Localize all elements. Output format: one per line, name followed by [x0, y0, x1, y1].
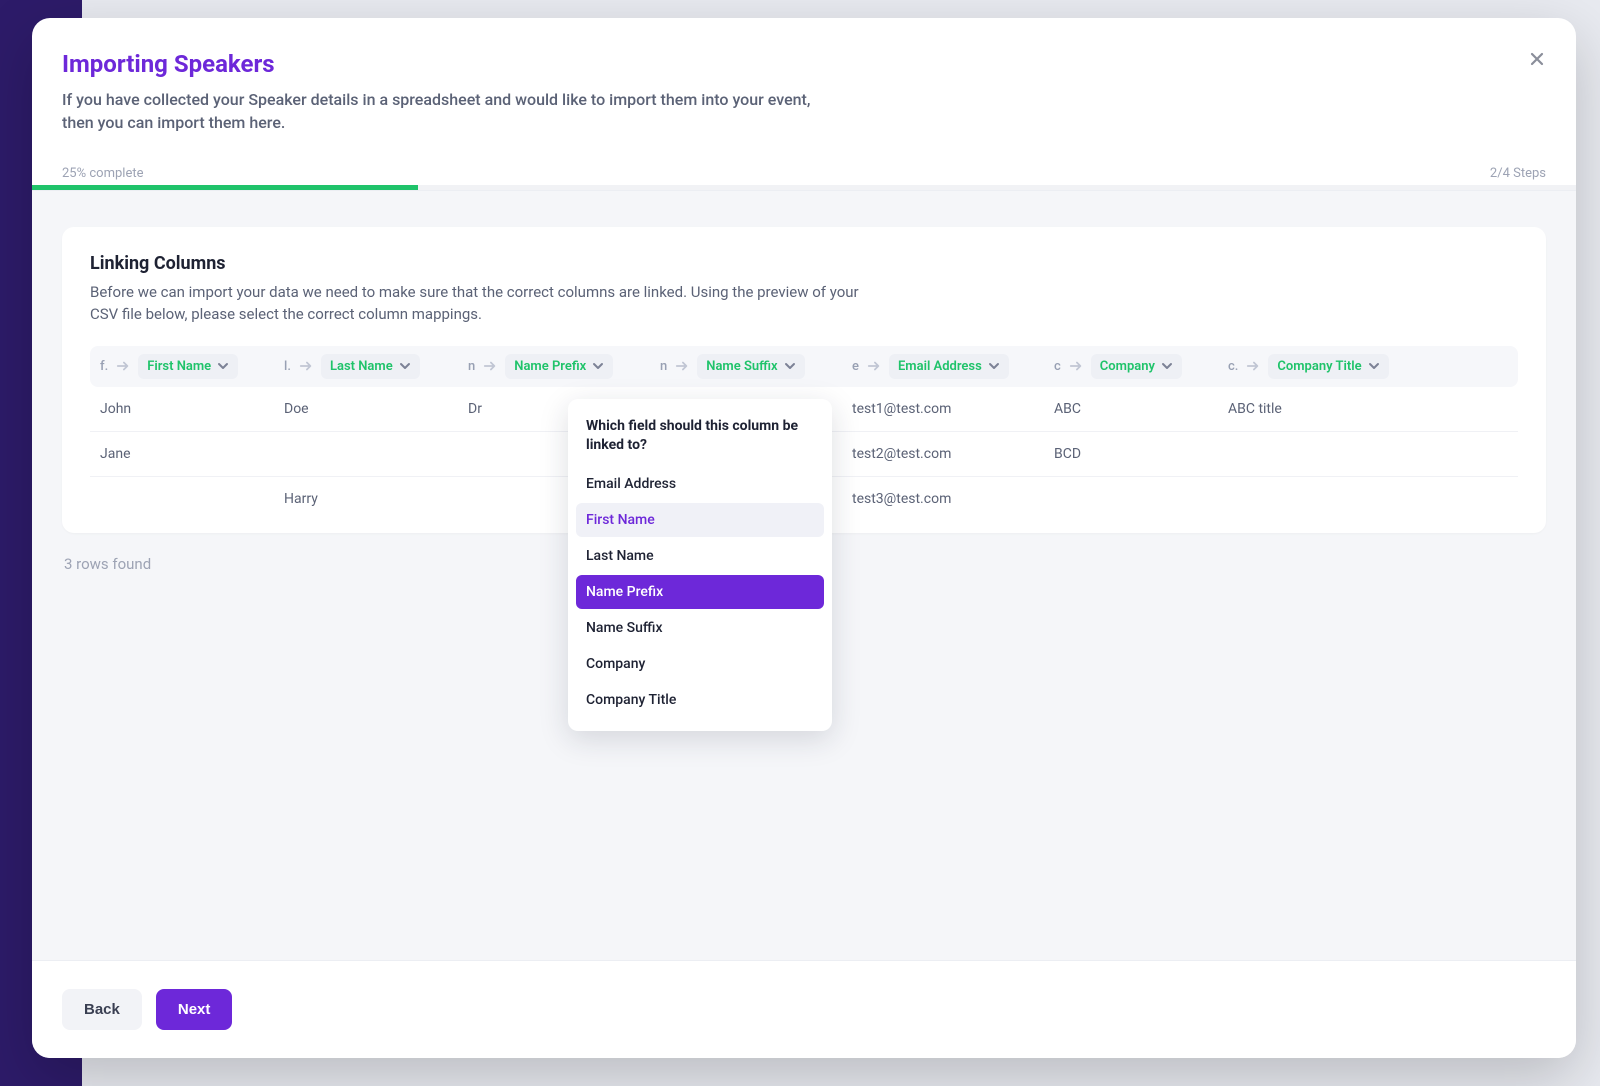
dropdown-option[interactable]: First Name — [576, 503, 824, 537]
dropdown-option[interactable]: Email Address — [576, 467, 824, 501]
column-mapped-label: Email Address — [898, 359, 982, 374]
back-button[interactable]: Back — [62, 989, 142, 1030]
chevron-down-icon — [988, 360, 1000, 372]
page-subtitle: If you have collected your Speaker detai… — [32, 78, 852, 134]
modal-header: Importing Speakers If you have collected… — [32, 18, 1576, 190]
column-header: n Name Suffix — [660, 354, 852, 379]
table-cell — [100, 491, 284, 507]
modal-footer: Back Next — [32, 960, 1576, 1058]
modal-body: Linking Columns Before we can import you… — [32, 190, 1576, 960]
column-mapped-label: Company — [1100, 359, 1155, 374]
next-button[interactable]: Next — [156, 989, 233, 1030]
chevron-down-icon — [399, 360, 411, 372]
page-title: Importing Speakers — [32, 50, 1576, 78]
column-short-label: c — [1054, 359, 1061, 374]
table-cell: ABC title — [1228, 401, 1414, 417]
chevron-down-icon — [784, 360, 796, 372]
column-short-label: n — [468, 359, 475, 374]
column-header: f. First Name — [100, 354, 284, 379]
table-cell: test1@test.com — [852, 401, 1054, 417]
column-mapped-label: Name Prefix — [514, 359, 586, 374]
column-mapping-dropdown: Which field should this column be linked… — [568, 399, 832, 731]
table-cell: John — [100, 401, 284, 417]
table-cell: Jane — [100, 446, 284, 462]
linking-subtitle: Before we can import your data we need t… — [90, 282, 870, 326]
dropdown-option[interactable]: Name Suffix — [576, 611, 824, 645]
table-cell: Harry — [284, 491, 468, 507]
column-mapping-pill[interactable]: Company — [1091, 354, 1182, 379]
chevron-down-icon — [1161, 360, 1173, 372]
column-header: n Name Prefix — [468, 354, 660, 379]
dropdown-option[interactable]: Last Name — [576, 539, 824, 573]
chevron-down-icon — [1368, 360, 1380, 372]
arrow-right-icon — [867, 359, 881, 373]
table-cell — [1228, 446, 1414, 462]
column-mapped-label: Name Suffix — [706, 359, 777, 374]
table-cell: ABC — [1054, 401, 1228, 417]
table-cell: test3@test.com — [852, 491, 1054, 507]
column-mapped-label: First Name — [147, 359, 211, 374]
import-modal: Importing Speakers If you have collected… — [32, 18, 1576, 1058]
column-mapping-pill[interactable]: Last Name — [321, 354, 420, 379]
table-cell — [284, 446, 468, 462]
table-cell: Doe — [284, 401, 468, 417]
column-mapped-label: Last Name — [330, 359, 393, 374]
column-short-label: c. — [1228, 359, 1238, 374]
column-short-label: f. — [100, 359, 108, 374]
column-short-label: l. — [284, 359, 291, 374]
progress-percent-label: 25% complete — [62, 166, 143, 181]
dropdown-title: Which field should this column be linked… — [576, 417, 824, 465]
chevron-down-icon — [592, 360, 604, 372]
linking-title: Linking Columns — [90, 253, 1518, 274]
arrow-right-icon — [116, 359, 130, 373]
progress-steps-label: 2/4 Steps — [1490, 166, 1546, 181]
arrow-right-icon — [299, 359, 313, 373]
column-mapping-pill[interactable]: Company Title — [1268, 354, 1388, 379]
column-mapping-pill[interactable]: First Name — [138, 354, 238, 379]
column-header-row: f. First Name l. Last Name n Name Prefix n Name… — [90, 346, 1518, 387]
column-header: c Company — [1054, 354, 1228, 379]
close-icon — [1529, 51, 1545, 67]
table-cell — [1228, 491, 1414, 507]
arrow-right-icon — [1069, 359, 1083, 373]
column-header: l. Last Name — [284, 354, 468, 379]
dropdown-option[interactable]: Company — [576, 647, 824, 681]
arrow-right-icon — [675, 359, 689, 373]
column-mapped-label: Company Title — [1277, 359, 1361, 374]
arrow-right-icon — [483, 359, 497, 373]
progress-row: 25% complete 2/4 Steps — [32, 134, 1576, 185]
dropdown-option[interactable]: Company Title — [576, 683, 824, 717]
chevron-down-icon — [217, 360, 229, 372]
column-mapping-pill[interactable]: Name Suffix — [697, 354, 804, 379]
column-header: e Email Address — [852, 354, 1054, 379]
column-header: c. Company Title — [1228, 354, 1414, 379]
column-short-label: e — [852, 359, 859, 374]
close-button[interactable] — [1524, 46, 1550, 72]
column-short-label: n — [660, 359, 667, 374]
column-mapping-pill[interactable]: Email Address — [889, 354, 1009, 379]
table-cell: BCD — [1054, 446, 1228, 462]
table-cell: test2@test.com — [852, 446, 1054, 462]
arrow-right-icon — [1246, 359, 1260, 373]
dropdown-option[interactable]: Name Prefix — [576, 575, 824, 609]
table-cell — [1054, 491, 1228, 507]
column-mapping-pill[interactable]: Name Prefix — [505, 354, 613, 379]
